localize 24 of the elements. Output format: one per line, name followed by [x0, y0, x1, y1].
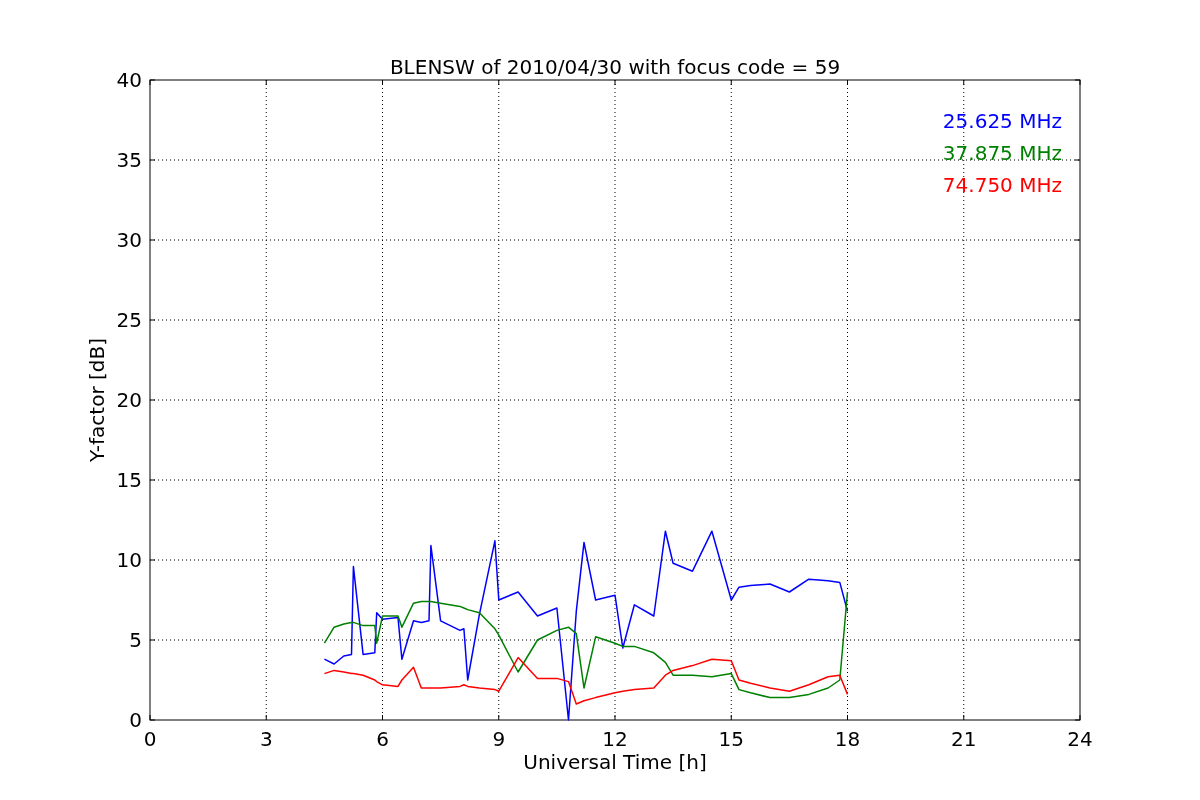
tick-label: 0 — [129, 708, 142, 732]
tick-label: 35 — [116, 148, 142, 172]
tick-label: 10 — [116, 548, 142, 572]
tick-label: 5 — [129, 628, 142, 652]
tick-label: 40 — [116, 68, 142, 92]
tick-label: 24 — [1067, 727, 1093, 751]
legend-label: 74.750 MHz — [942, 173, 1062, 197]
tick-label: 15 — [116, 468, 142, 492]
legend-label: 37.875 MHz — [942, 141, 1062, 165]
axis-label: Y-factor [dB] — [85, 338, 109, 462]
tick-label: 15 — [718, 727, 744, 751]
chart-title: BLENSW of 2010/04/30 with focus code = 59 — [389, 55, 841, 79]
tick-label: 12 — [602, 727, 628, 751]
legend-label: 25.625 MHz — [942, 109, 1062, 133]
tick-label: 0 — [143, 727, 157, 751]
tick-label: 18 — [834, 727, 861, 751]
tick-label: 20 — [116, 388, 142, 412]
axis-label: Universal Time [h] — [523, 750, 707, 774]
tick-label: 30 — [116, 228, 142, 252]
tick-label: 9 — [492, 727, 506, 751]
tick-label: 25 — [116, 308, 142, 332]
tick-label: 6 — [376, 727, 389, 751]
tick-label: 3 — [259, 727, 273, 751]
tick-label: 21 — [951, 727, 977, 751]
